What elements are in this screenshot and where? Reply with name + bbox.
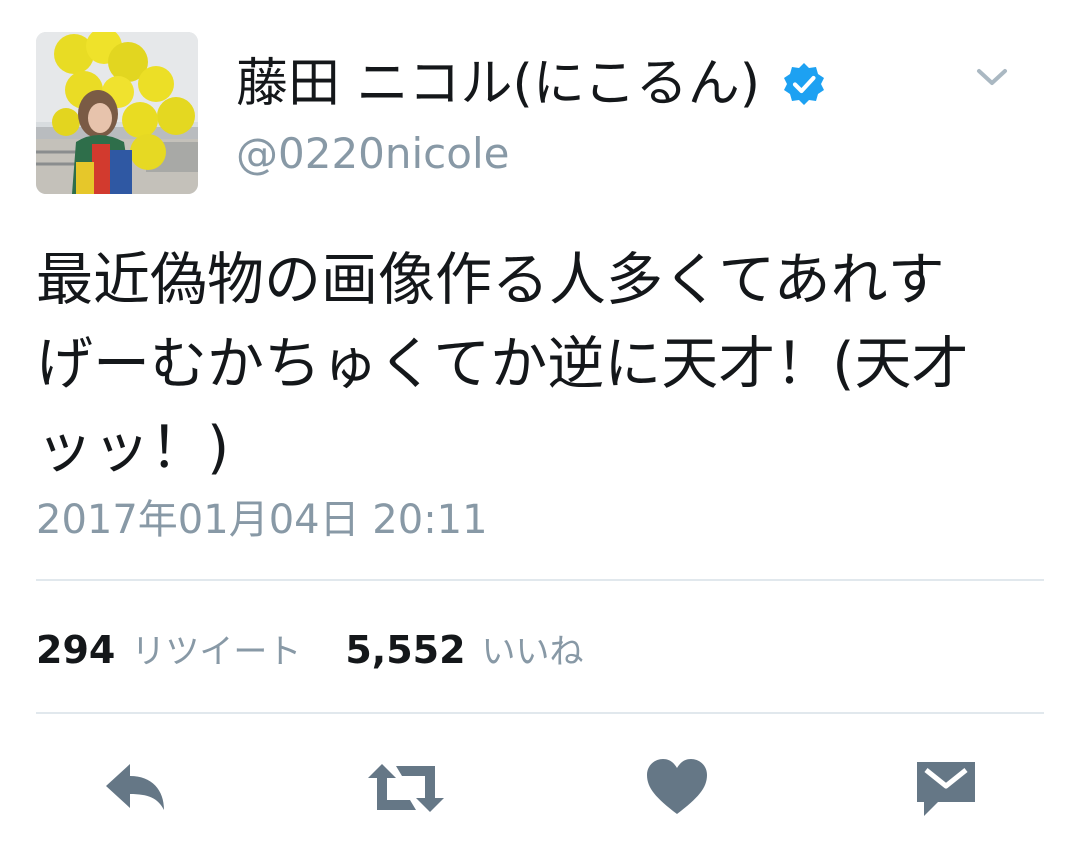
direct-message-button[interactable] <box>914 756 978 820</box>
reply-button[interactable] <box>100 756 170 820</box>
user-handle[interactable]: @0220nicole <box>236 128 509 180</box>
tweet-text-line: 最近偽物の画像作る人多くてあれす <box>36 247 945 313</box>
chevron-down-icon[interactable] <box>972 62 1012 92</box>
like-count[interactable]: 5,552 <box>345 628 465 672</box>
tweet-text-line: げーむかちゅくてか逆に天才！(天才 <box>36 331 969 397</box>
retweet-icon <box>368 764 444 812</box>
tweet-timestamp: 2017年01月04日 20:11 <box>36 497 488 543</box>
retweet-count[interactable]: 294 <box>36 628 115 672</box>
tweet-stats: 294 リツイート 5,552 いいね <box>36 624 584 680</box>
retweet-button[interactable] <box>364 756 448 820</box>
retweet-label[interactable]: リツイート <box>131 624 301 673</box>
like-button[interactable] <box>644 756 710 820</box>
avatar[interactable] <box>36 32 198 194</box>
display-name[interactable]: 藤田 ニコル(にこるん) <box>236 52 760 116</box>
divider <box>36 712 1044 714</box>
verified-badge-icon <box>781 61 827 107</box>
like-label[interactable]: いいね <box>482 624 584 673</box>
tweet-text-line: ッッ！) <box>36 415 230 481</box>
avatar-image <box>36 32 198 194</box>
divider <box>36 579 1044 581</box>
direct-message-icon <box>917 762 975 816</box>
tweet-text: 最近偽物の画像作る人多くてあれす げーむかちゅくてか逆に天才！(天才 ッッ！) <box>36 238 1046 490</box>
reply-icon <box>106 764 164 810</box>
heart-icon <box>647 759 707 814</box>
